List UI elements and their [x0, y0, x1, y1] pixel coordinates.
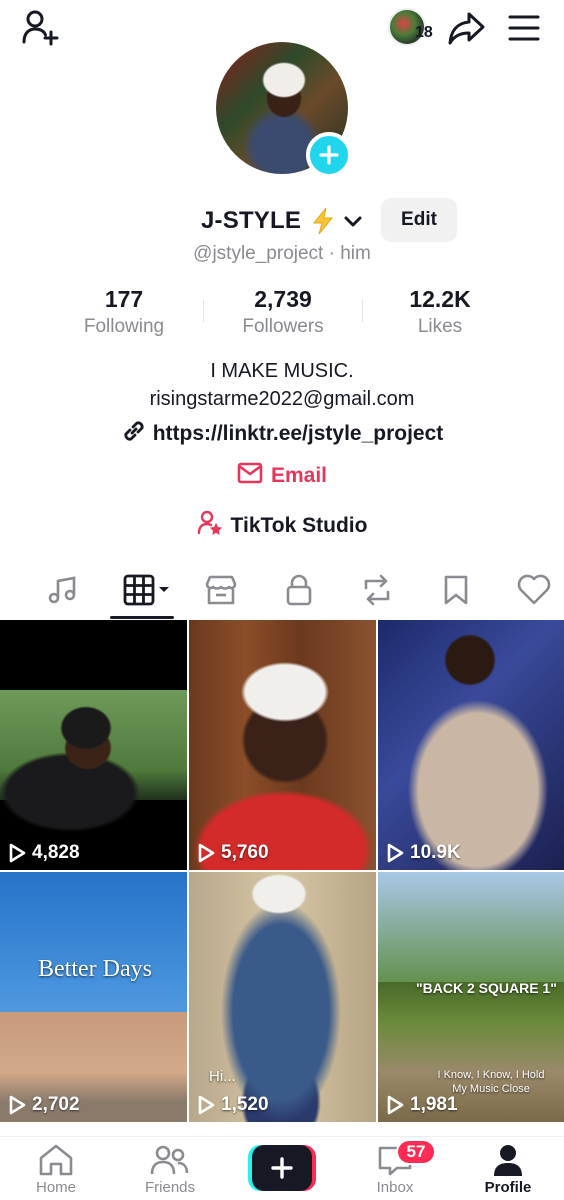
bio-link-text[interactable]: https://linktr.ee/jstyle_project — [153, 422, 444, 446]
play-icon — [198, 843, 215, 863]
video-grid: 4,828 5,760 10.9K Better Days 2,702 Hi..… — [0, 620, 564, 1136]
tab-liked[interactable] — [511, 568, 557, 612]
video-views: 4,828 — [8, 842, 80, 864]
play-icon — [9, 1095, 26, 1115]
email-button[interactable]: Email — [0, 462, 564, 489]
video-tile[interactable]: 10.9K — [378, 620, 564, 870]
video-tile[interactable]: "BACK 2 SQUARE 1" I Know, I Know, I Hold… — [378, 872, 564, 1122]
email-label: Email — [270, 463, 328, 487]
add-friend-icon[interactable] — [18, 8, 64, 48]
video-subcaption: I Know, I Know, I Hold My Music Close — [437, 1069, 545, 1095]
view-count: 10.9K — [410, 842, 461, 863]
plus-icon — [252, 1145, 312, 1191]
nav-home-label: Home — [35, 1179, 76, 1196]
view-count: 2,702 — [32, 1094, 80, 1115]
profile-handle: @jstyle_project · him — [193, 243, 371, 264]
tab-private[interactable] — [276, 568, 322, 612]
video-views: 2,702 — [8, 1094, 80, 1116]
stat-value: 2,739 — [254, 286, 312, 312]
video-views: 1,981 — [386, 1094, 458, 1116]
stat-label: Likes — [417, 316, 463, 337]
inbox-badge: 57 — [396, 1139, 436, 1165]
tab-reposts[interactable] — [354, 568, 400, 612]
bio-link[interactable]: https://linktr.ee/jstyle_project — [0, 418, 564, 449]
bio-line: I MAKE MUSIC. — [210, 360, 354, 382]
mail-icon — [237, 462, 263, 489]
play-icon — [9, 843, 26, 863]
video-tile[interactable]: Better Days 2,702 — [0, 872, 187, 1122]
stat-likes[interactable]: 12.2K Likes — [360, 286, 520, 338]
edit-profile-button[interactable]: Edit — [381, 198, 457, 242]
video-tile[interactable]: 5,760 — [189, 620, 376, 870]
link-icon — [121, 418, 147, 449]
video-views: 1,520 — [197, 1094, 269, 1116]
tab-videos[interactable] — [118, 568, 174, 612]
story-count: 18 — [415, 24, 433, 41]
tab-shop[interactable] — [198, 568, 244, 612]
tab-music[interactable] — [40, 568, 86, 612]
create-button[interactable] — [248, 1145, 316, 1191]
view-count: 5,760 — [221, 842, 269, 863]
stat-followers[interactable]: 2,739 Followers — [203, 286, 363, 338]
tiktok-studio-button[interactable]: TikTok Studio — [0, 510, 564, 541]
profile-avatar-container — [216, 42, 352, 178]
lightning-icon — [308, 206, 338, 241]
video-caption: Better Days — [38, 956, 152, 982]
view-count: 1,981 — [410, 1094, 458, 1115]
stat-label: Followers — [242, 316, 324, 337]
profile-icon — [494, 1145, 522, 1176]
nav-friends[interactable]: Friends — [120, 1143, 220, 1196]
view-count: 1,520 — [221, 1094, 269, 1115]
share-icon[interactable] — [446, 8, 488, 48]
bottom-nav: Home Friends Inbox 57 Profile — [0, 1136, 564, 1200]
nav-home[interactable]: Home — [6, 1143, 106, 1196]
menu-icon[interactable] — [503, 8, 545, 48]
name-row: J-STYLE Edit — [0, 198, 564, 246]
nav-profile[interactable]: Profile — [458, 1143, 558, 1196]
video-tile[interactable]: Hi... 1,520 — [189, 872, 376, 1122]
studio-label: TikTok Studio — [230, 513, 368, 537]
play-icon — [198, 1095, 215, 1115]
active-tab-indicator — [110, 616, 174, 619]
stat-value: 177 — [104, 286, 144, 312]
chevron-down-icon[interactable] — [342, 210, 364, 237]
video-caption: Hi... — [209, 1068, 236, 1085]
friends-icon — [150, 1145, 189, 1175]
video-tile[interactable]: 4,828 — [0, 620, 187, 870]
content-tabs — [0, 562, 564, 619]
play-icon — [387, 843, 404, 863]
profile-name[interactable]: J-STYLE — [201, 207, 301, 235]
nav-inbox-label: Inbox — [376, 1179, 414, 1196]
studio-user-star-icon — [197, 510, 223, 541]
stat-label: Following — [83, 316, 165, 337]
view-count: 4,828 — [32, 842, 80, 863]
video-views: 10.9K — [386, 842, 461, 864]
play-icon — [387, 1095, 404, 1115]
video-views: 5,760 — [197, 842, 269, 864]
tab-favorites[interactable] — [433, 568, 479, 612]
stats-row: 177 Following 2,739 Followers 12.2K Like… — [0, 286, 564, 342]
stat-following[interactable]: 177 Following — [44, 286, 204, 338]
bio: I MAKE MUSIC. risingstarme2022@gmail.com — [0, 357, 564, 413]
video-caption: "BACK 2 SQUARE 1" — [416, 980, 557, 996]
stat-value: 12.2K — [409, 286, 471, 312]
nav-profile-label: Profile — [484, 1179, 532, 1196]
nav-friends-label: Friends — [144, 1179, 196, 1196]
add-story-plus-icon[interactable] — [306, 132, 352, 178]
home-icon — [39, 1144, 73, 1176]
bio-line: risingstarme2022@gmail.com — [149, 388, 415, 410]
